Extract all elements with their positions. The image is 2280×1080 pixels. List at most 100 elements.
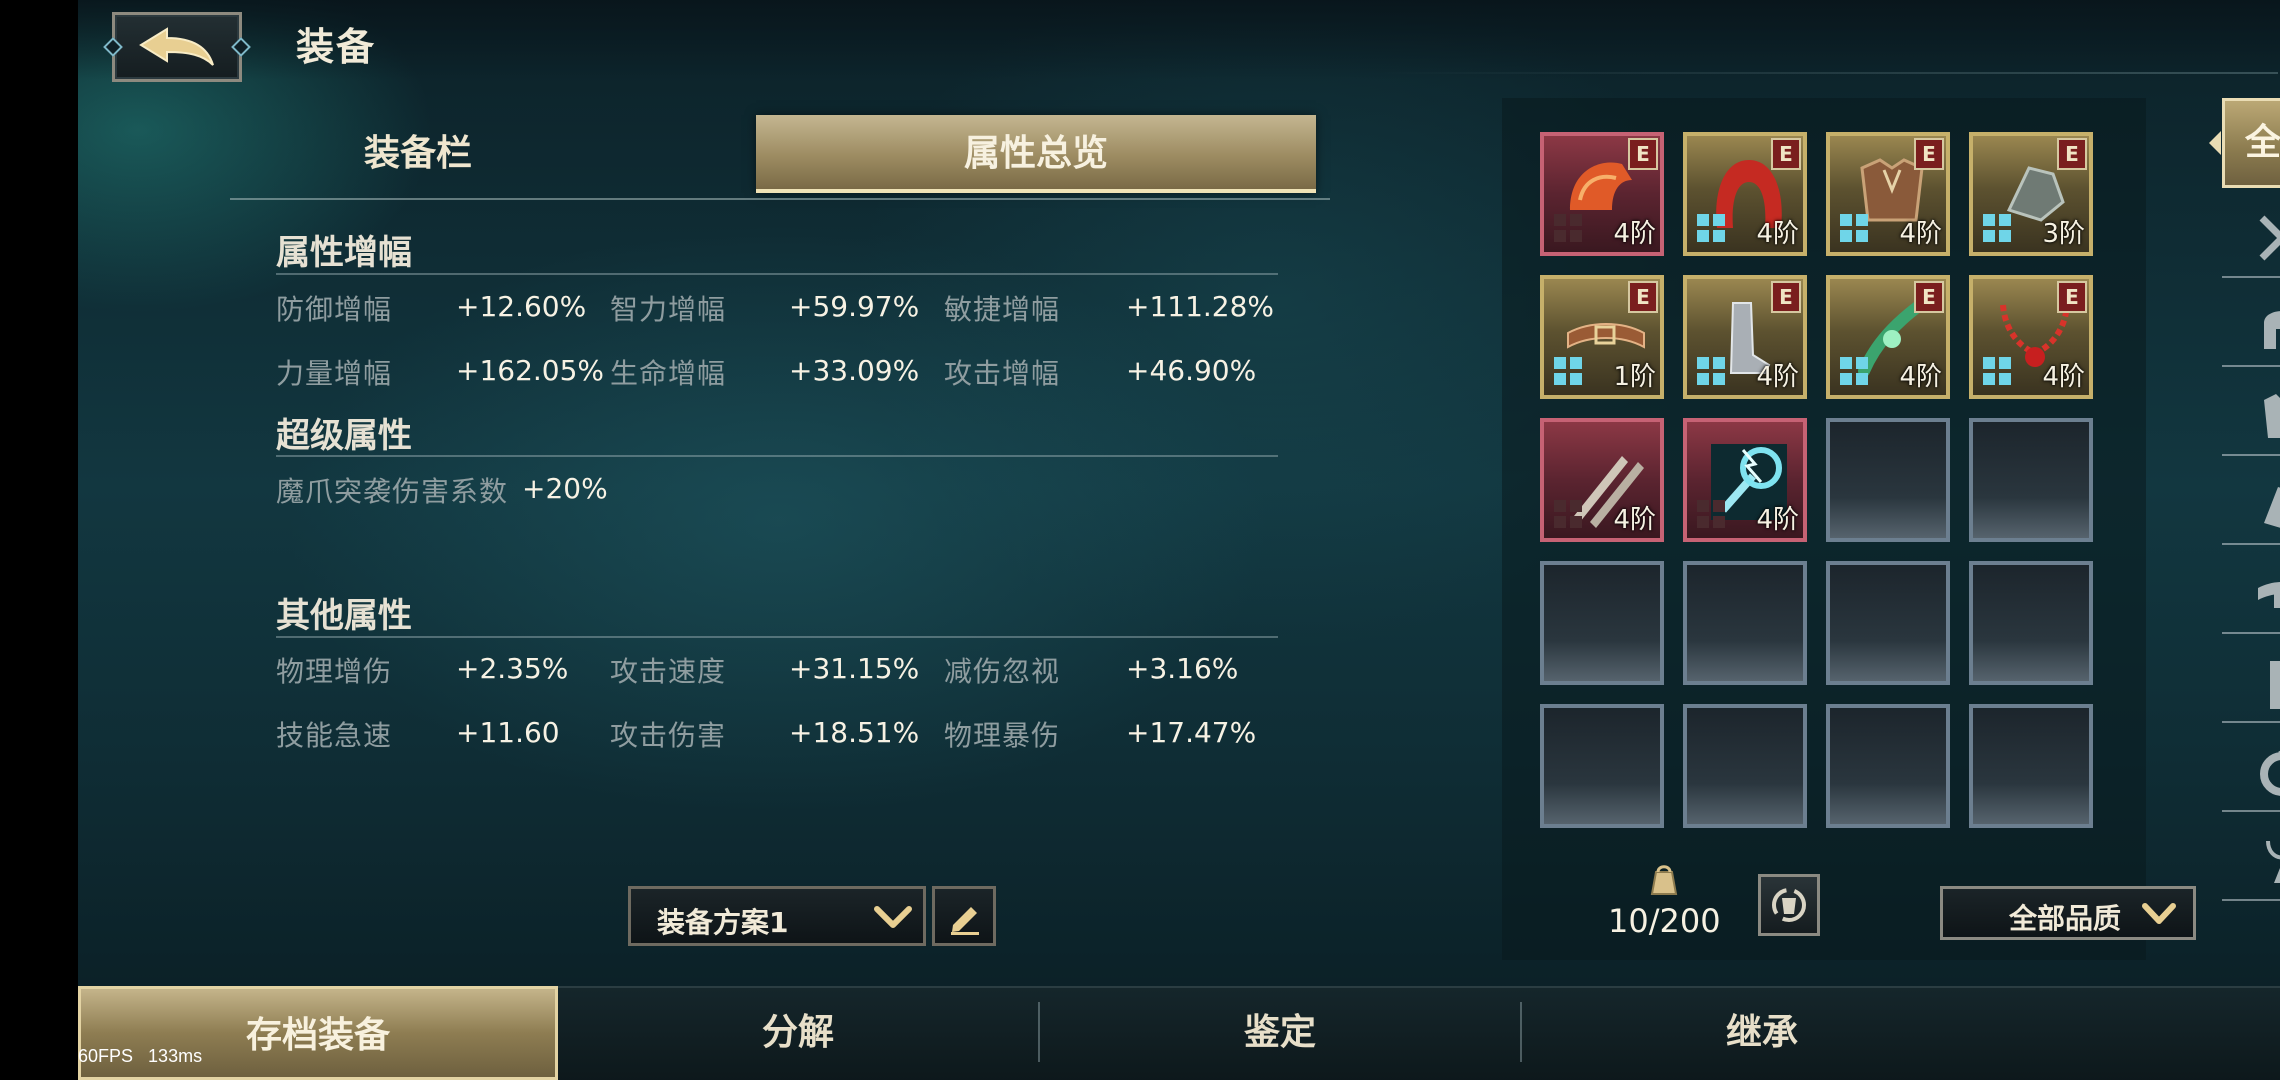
stat-label: 攻击增幅	[944, 357, 1061, 390]
stat-value: +162.05%	[456, 354, 605, 387]
grid-icon	[1697, 357, 1727, 387]
latency-value: 133ms	[148, 1046, 203, 1066]
sort-inventory-button[interactable]	[1758, 874, 1820, 936]
stat-value: +111.28%	[1126, 290, 1275, 323]
stat-value: +11.60	[456, 716, 560, 749]
category-chest-armor[interactable]	[2222, 368, 2280, 456]
tier-label: 3阶	[2042, 219, 2085, 249]
inventory-slot[interactable]: E 4阶	[1969, 275, 2093, 399]
grid-icon	[1840, 214, 1870, 244]
grid-icon	[1697, 500, 1727, 530]
grid-icon	[1983, 357, 2013, 387]
category-ring[interactable]	[2222, 724, 2280, 812]
category-all-label: 全部	[2244, 122, 2280, 163]
game-scene: 装备 装备栏 属性总览 属性增幅 防御增幅 +12.60% 智力增幅 +59.9…	[78, 0, 2280, 1080]
stat-label: 生命增幅	[610, 357, 727, 390]
stat-label: 防御增幅	[276, 293, 393, 326]
back-button[interactable]	[103, 12, 251, 82]
section-divider	[276, 636, 1278, 638]
tab-inherit[interactable]: 继承	[1522, 986, 2002, 1080]
inventory-slot-empty[interactable]	[1540, 561, 1664, 685]
category-gauntlet[interactable]	[2222, 457, 2280, 545]
tier-label: 4阶	[1899, 219, 1942, 249]
inventory-slot[interactable]: E 4阶	[1826, 132, 1950, 256]
section-title-super: 超级属性	[276, 416, 412, 456]
inventory-slot[interactable]: E 1阶	[1540, 275, 1664, 399]
tab-attribute-overview[interactable]: 属性总览	[756, 115, 1316, 193]
stat-label: 技能急速	[276, 719, 393, 752]
grid-icon	[1554, 500, 1584, 530]
inventory-slot[interactable]: E 4阶	[1683, 132, 1807, 256]
inventory-slot-empty[interactable]	[1683, 704, 1807, 828]
inventory-slot-empty[interactable]	[1826, 561, 1950, 685]
tier-label: 4阶	[1756, 362, 1799, 392]
edit-preset-button[interactable]	[932, 886, 996, 946]
inventory-slot-empty[interactable]	[1540, 704, 1664, 828]
grid-icon	[1554, 214, 1584, 244]
category-belt[interactable]	[2222, 546, 2280, 634]
boots-icon	[2270, 661, 2280, 709]
grid-icon	[1554, 357, 1584, 387]
tab-decompose[interactable]: 分解	[558, 986, 1038, 1080]
grid-icon	[1983, 214, 2013, 244]
crossed-swords-icon	[2259, 215, 2280, 261]
inventory-slot-empty[interactable]	[1826, 418, 1950, 542]
inventory-slot[interactable]: E 4阶	[1826, 275, 1950, 399]
stat-value: +3.16%	[1126, 652, 1239, 685]
inventory-slot-empty[interactable]	[1969, 704, 2093, 828]
belt-icon	[2258, 582, 2280, 608]
tier-label: 4阶	[1756, 219, 1799, 249]
refresh-armor-icon	[1772, 888, 1806, 922]
stat-label: 魔爪突袭伤害系数	[276, 475, 509, 508]
tier-label: 4阶	[1756, 505, 1799, 535]
grade-badge: E	[1628, 138, 1658, 170]
grade-badge: E	[1914, 138, 1944, 170]
fps-readout: 60FPS 133ms	[78, 1046, 202, 1067]
stat-value: +46.90%	[1126, 354, 1257, 387]
tab-equip-bar[interactable]: 装备栏	[238, 115, 598, 193]
stat-label: 攻击伤害	[610, 719, 727, 752]
stat-value: +12.60%	[456, 290, 587, 323]
section-title-other: 其他属性	[276, 596, 412, 636]
grade-badge: E	[1628, 281, 1658, 313]
tier-label: 4阶	[1899, 362, 1942, 392]
grade-badge: E	[1771, 138, 1801, 170]
amulet-icon	[2266, 840, 2280, 883]
stat-label: 物理暴伤	[944, 719, 1061, 752]
section-divider	[276, 273, 1278, 275]
category-amulet[interactable]	[2222, 813, 2280, 901]
inventory-slot[interactable]: E 4阶	[1683, 275, 1807, 399]
grid-icon	[1697, 214, 1727, 244]
tabs-divider	[230, 198, 1330, 200]
inventory-slot-empty[interactable]	[1826, 704, 1950, 828]
inventory-slot[interactable]: 4阶	[1683, 418, 1807, 542]
inventory-slot[interactable]: E 3阶	[1969, 132, 2093, 256]
tab-identify[interactable]: 鉴定	[1040, 986, 1520, 1080]
inventory-slot[interactable]: E 4阶	[1540, 132, 1664, 256]
category-boots[interactable]	[2222, 635, 2280, 723]
quality-filter-select[interactable]: 全部品质	[1940, 886, 2196, 940]
category-all[interactable]: 全部	[2209, 98, 2280, 188]
gauntlet-icon	[2264, 487, 2280, 528]
category-crossed-swords[interactable]	[2222, 190, 2280, 278]
inventory-slot-empty[interactable]	[1969, 561, 2093, 685]
preset-label: 装备方案1	[657, 906, 789, 939]
inventory-slot[interactable]: 4阶	[1540, 418, 1664, 542]
inventory-slot-empty[interactable]	[1683, 561, 1807, 685]
grade-badge: E	[1914, 281, 1944, 313]
top-bar	[78, 0, 2280, 80]
page-title: 装备	[296, 25, 377, 69]
grade-badge: E	[1771, 281, 1801, 313]
category-helmet[interactable]	[2222, 279, 2280, 367]
selected-indicator	[2209, 131, 2221, 155]
equipment-preset-select[interactable]: 装备方案1	[628, 886, 926, 946]
stat-value: +31.15%	[789, 652, 920, 685]
inventory-slot-empty[interactable]	[1969, 418, 2093, 542]
stat-label: 减伤忽视	[944, 655, 1061, 688]
grade-badge: E	[2057, 281, 2087, 313]
tier-label: 4阶	[2042, 362, 2085, 392]
stat-value: +17.47%	[1126, 716, 1257, 749]
grade-badge: E	[2057, 138, 2087, 170]
stat-value: +59.97%	[789, 290, 920, 323]
stat-label: 智力增幅	[610, 293, 727, 326]
